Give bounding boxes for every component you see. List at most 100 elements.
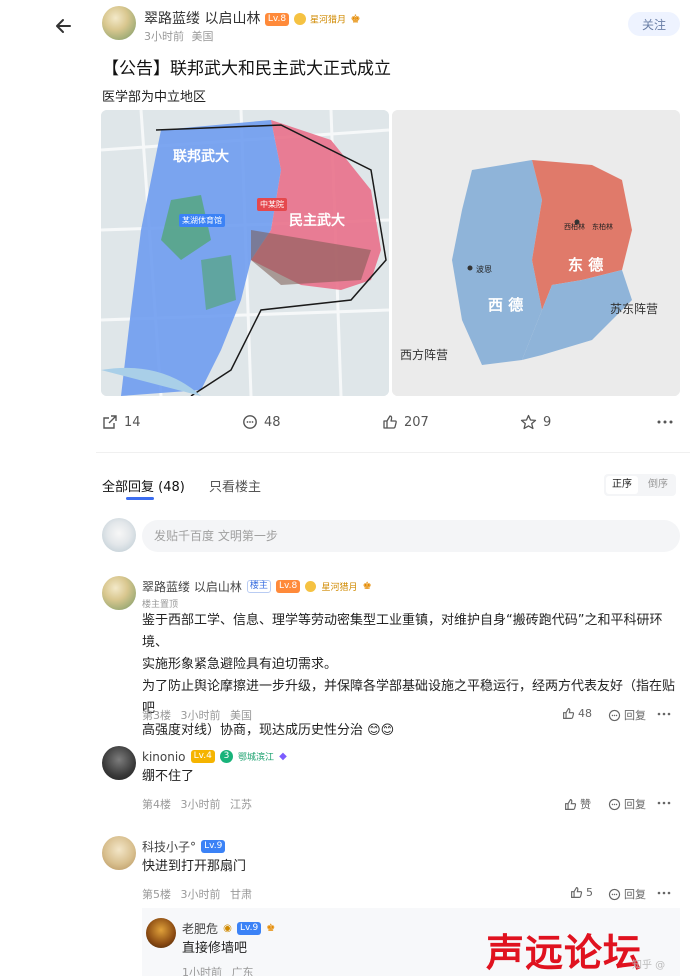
level-badge: Lv.4	[190, 750, 215, 763]
comment-more-button[interactable]	[656, 887, 672, 899]
comment-avatar[interactable]	[102, 576, 136, 610]
like-count: 48	[578, 707, 592, 720]
like-button[interactable]: 207	[382, 414, 429, 430]
sort-asc-button[interactable]: 正序	[606, 476, 638, 494]
comment-time: 3小时前	[180, 888, 221, 901]
map-tag-center: 中某院	[257, 198, 287, 211]
comment-icon	[243, 415, 257, 429]
owner-tag: 楼主	[246, 580, 271, 593]
comment-more-button[interactable]	[656, 797, 672, 809]
comment-like-button[interactable]: 5	[570, 886, 593, 899]
post-title: 【公告】联邦武大和民主武大正式成立	[102, 59, 391, 79]
comment-avatar[interactable]	[102, 836, 136, 870]
comment-header: 翠路蓝缕 以启山林 楼主 Lv.8 星河猎月 ♚	[142, 576, 372, 595]
fan-level-badge: 3	[219, 750, 233, 763]
comment-line: 高强度对线）协商，现达成历史性分治 😊😊	[142, 723, 395, 738]
medal-icon	[293, 13, 306, 25]
floor-number: 第5楼	[142, 888, 171, 901]
comment-location: 美国	[230, 709, 252, 722]
sub-reply-body: 直接修墙吧	[182, 941, 248, 956]
sub-reply-avatar[interactable]	[146, 918, 176, 948]
medal-icon	[305, 581, 317, 592]
share-button[interactable]: 14	[102, 414, 141, 430]
comment-line: 实施形象紧急避险具有迫切需求。	[142, 657, 338, 672]
comment-input[interactable]: 发贴千百度 文明第一步	[142, 520, 680, 552]
reply-label: 回复	[624, 709, 646, 722]
comment-like-button[interactable]: 48	[562, 707, 592, 720]
arrow-left-icon	[56, 19, 71, 33]
germany-map-image[interactable]: 东 德 西 德 苏东阵营 西方阵营 波恩 西柏林 东柏林	[392, 110, 680, 396]
comment-icon	[608, 798, 621, 810]
comment-author[interactable]: kinonio	[142, 750, 186, 764]
author-name[interactable]: 翠路蓝缕 以启山林	[144, 11, 260, 27]
comment-location: 江苏	[230, 798, 252, 811]
honor-badge: 星河猎月	[321, 583, 358, 593]
floor-number: 第4楼	[142, 798, 171, 811]
sort-toggle: 正序 倒序	[604, 474, 676, 496]
comment-button[interactable]: 48	[242, 414, 281, 430]
comment-time: 3小时前	[180, 709, 221, 722]
level-badge: Lv.9	[236, 922, 262, 935]
comment-meta: 第5楼 3小时前 甘肃	[142, 886, 252, 902]
floor-number: 第3楼	[142, 709, 171, 722]
comment-meta: 第4楼 3小时前 江苏	[142, 796, 252, 812]
campus-map-image[interactable]: 联邦武大 民主武大 某湖体育馆 中某院	[101, 110, 389, 396]
tab-all-replies[interactable]: 全部回复 (48)	[102, 476, 185, 495]
reply-label: 回复	[624, 798, 646, 811]
reply-label: 回复	[624, 888, 646, 901]
comment-body: 绷不住了	[142, 769, 195, 784]
more-options-button[interactable]	[656, 414, 674, 430]
comment-location: 甘肃	[230, 888, 252, 901]
back-button[interactable]	[48, 10, 80, 42]
post-location: 美国	[191, 30, 214, 43]
label-west-germany: 西 德	[488, 296, 524, 314]
sub-reply-author[interactable]: 老肥危	[182, 922, 218, 936]
label-east-germany: 东 德	[568, 256, 604, 274]
comment-author[interactable]: 科技小子°	[142, 840, 196, 854]
level-badge: Lv.8	[264, 12, 290, 26]
favorite-button[interactable]: 9	[520, 414, 551, 430]
comment-more-button[interactable]	[656, 708, 672, 720]
sub-reply-location: 广东	[231, 966, 254, 976]
comment-like-button[interactable]: 赞	[564, 796, 591, 812]
post-time: 3小时前	[144, 30, 184, 43]
more-dots-icon	[657, 420, 673, 424]
author-avatar[interactable]	[102, 6, 136, 40]
thumbs-up-icon	[565, 798, 577, 810]
map-tag-gym: 某湖体育馆	[179, 214, 225, 227]
comment-icon	[608, 709, 621, 721]
comment-header: 科技小子° Lv.9	[142, 836, 226, 855]
comment-time: 3小时前	[180, 798, 221, 811]
favorite-count: 9	[543, 414, 552, 430]
comment-count: 48	[264, 414, 281, 430]
level-badge: Lv.8	[276, 580, 301, 593]
label-soviet-bloc: 苏东阵营	[610, 302, 659, 316]
map-label-fed: 联邦武大	[173, 149, 229, 165]
thumbs-up-icon	[571, 887, 583, 898]
divider	[96, 452, 690, 453]
crown-icon: ♚	[266, 923, 276, 934]
level-badge: Lv.9	[201, 840, 226, 853]
comment-reply-button[interactable]: 回复	[608, 886, 646, 902]
tab-owner-only[interactable]: 只看楼主	[209, 476, 261, 495]
star-icon	[520, 414, 537, 430]
label-western-bloc: 西方阵营	[400, 348, 449, 362]
comment-avatar[interactable]	[102, 746, 136, 780]
sort-desc-button[interactable]: 倒序	[640, 474, 676, 496]
author-name-row: 翠路蓝缕 以启山林 Lv.8 星河猎月 ♚	[144, 8, 360, 28]
my-avatar	[102, 518, 136, 552]
sub-reply-header: 老肥危 ◉ Lv.9 ♚	[182, 918, 275, 937]
follow-button[interactable]: 关注	[628, 12, 680, 36]
tiger-icon: ◉	[223, 923, 232, 934]
comment-line: 鉴于西部工学、信息、理学等劳动密集型工业重镇，对维护自身“搬砖跑代码”之和平科研…	[142, 613, 663, 650]
sub-reply-meta: 1小时前 广东	[182, 964, 254, 976]
like-label: 赞	[580, 798, 591, 811]
comment-reply-button[interactable]: 回复	[608, 796, 646, 812]
comment-reply-button[interactable]: 回复	[608, 707, 646, 723]
fan-badge-label: 鄂城滨江	[238, 753, 275, 763]
more-dots-icon	[657, 712, 671, 716]
share-icon	[103, 415, 117, 429]
comment-author[interactable]: 翠路蓝缕 以启山林	[142, 580, 242, 594]
more-dots-icon	[657, 891, 671, 895]
share-count: 14	[124, 414, 141, 430]
